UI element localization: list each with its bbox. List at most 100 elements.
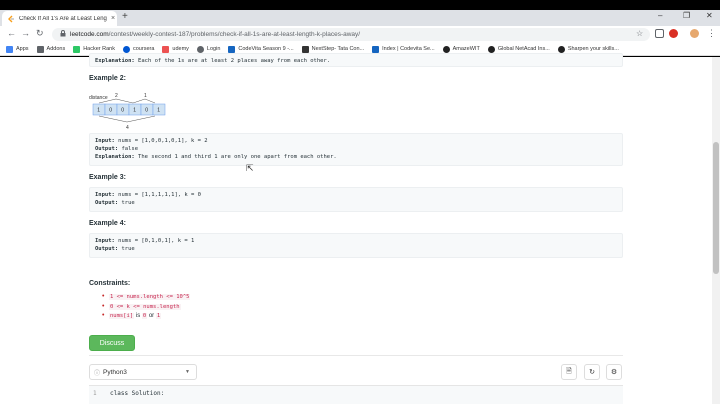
minimize-button[interactable]: –	[658, 11, 662, 20]
bookmark-login[interactable]: Login	[196, 45, 221, 53]
url-host: leetcode.com	[70, 31, 109, 38]
output-line: Output: true	[95, 245, 617, 253]
new-tab-button[interactable]: +	[122, 11, 128, 22]
bookmark-netacad[interactable]: Global NetAcad Ins...	[487, 45, 550, 53]
output-value: true	[118, 246, 135, 252]
example4-block: Input: nums = [0,1,0,1], k = 1 Output: t…	[89, 233, 623, 258]
apps-icon	[6, 45, 13, 53]
bookmark-amazewit[interactable]: AmazeWIT	[442, 45, 480, 53]
output-value: false	[118, 146, 139, 152]
input-line: Input: nums = [1,1,1,1,1], k = 0	[95, 191, 617, 199]
discuss-button[interactable]: Discuss	[89, 335, 135, 351]
gear-icon: ⚙	[610, 369, 618, 376]
settings-button[interactable]: ⚙	[606, 364, 622, 380]
example2-heading: Example 2:	[89, 75, 126, 82]
bookmark-label: Index | Codevita Se...	[382, 46, 435, 52]
distance-diagram: distance 2 1 1 0 0 1 0 1 4	[89, 93, 166, 131]
divider	[89, 355, 623, 356]
bookmark-addons[interactable]: Addons	[36, 45, 66, 53]
bookmark-label: Apps	[16, 46, 29, 52]
example3-block: Input: nums = [1,1,1,1,1], k = 0 Output:…	[89, 187, 623, 212]
explanation-value: The second 1 and third 1 are only one ap…	[134, 154, 337, 160]
input-label: Input:	[95, 192, 115, 198]
bookmark-label: Login	[206, 46, 221, 52]
diagram-bottom-distance: 4	[126, 125, 129, 131]
input-label: Input:	[95, 238, 115, 244]
reset-button[interactable]: ↻	[584, 364, 600, 380]
codevita-icon	[372, 45, 380, 53]
bookmark-label: Sharpen your skills...	[567, 46, 619, 52]
example4-heading: Example 4:	[89, 220, 126, 227]
globe-icon	[196, 45, 204, 53]
bookmark-hackerrank[interactable]: Hacker Rank	[73, 45, 115, 53]
code-editor[interactable]	[89, 385, 623, 404]
bookmark-label: CodeVita Season 9 -...	[238, 46, 294, 52]
amazewit-icon	[442, 45, 450, 53]
menu-icon[interactable]: ⋮	[707, 28, 716, 39]
input-label: Input:	[95, 138, 115, 144]
constraint-code: nums[i]	[109, 313, 135, 319]
nextstep-icon	[301, 45, 309, 53]
tab-title: Check If All 1's Are at Least Leng	[19, 15, 107, 22]
explanation-line: Explanation: The second 1 and third 1 ar…	[95, 153, 617, 161]
profile-avatar[interactable]	[690, 29, 699, 38]
constraint-item: nums[i] is 0 or 1	[102, 312, 162, 319]
explanation-label: Explanation:	[95, 154, 135, 160]
coursera-icon	[123, 45, 130, 53]
constraint-code: 1 <= nums.length <= 10^5	[109, 294, 191, 300]
bookmark-label: AmazeWIT	[452, 46, 480, 52]
bookmark-sharpen[interactable]: Sharpen your skills...	[557, 45, 619, 53]
diagram-cell-value: 1	[133, 108, 136, 114]
hackerrank-icon	[73, 45, 81, 53]
refresh-icon: ↻	[589, 369, 595, 376]
input-value: nums = [1,0,0,1,0,1], k = 2	[114, 138, 208, 144]
output-label: Output:	[95, 200, 119, 206]
codevita-icon	[228, 45, 236, 53]
lock-icon	[60, 30, 66, 39]
diagram-label: distance	[89, 95, 108, 101]
constraint-code: 0 <= k <= nums.length	[109, 304, 181, 310]
bookmark-label: Global NetAcad Ins...	[497, 46, 550, 52]
url-path: /contest/weekly-contest-187/problems/che…	[108, 31, 361, 38]
back-button[interactable]: ←	[7, 28, 16, 38]
close-window-button[interactable]: ✕	[706, 11, 713, 20]
explanation-label: Explanation:	[95, 58, 135, 64]
extension-icon[interactable]	[655, 29, 664, 38]
bookmark-udemy[interactable]: udemy	[162, 45, 189, 53]
bookmark-label: NextStep- Tata Con...	[311, 46, 365, 52]
notes-button[interactable]: 🗎	[561, 364, 577, 380]
bookmark-codevita-index[interactable]: Index | Codevita Se...	[372, 45, 435, 53]
bookmark-codevita[interactable]: CodeVita Season 9 -...	[228, 45, 294, 53]
code-line[interactable]: class Solution:	[110, 390, 164, 397]
mouse-cursor-icon: ⇱	[246, 163, 254, 173]
extension-abp-icon[interactable]	[669, 29, 678, 38]
bookmark-nextstep[interactable]: NextStep- Tata Con...	[301, 45, 365, 53]
constraint-code: 1	[155, 313, 162, 319]
diagram-cell-value: 1	[157, 108, 160, 114]
explanation-text: Each of the 1s are at least 2 places awa…	[134, 58, 331, 64]
forward-button[interactable]: →	[21, 28, 30, 38]
example3-heading: Example 3:	[89, 174, 126, 181]
constraint-text: is	[134, 313, 142, 319]
bookmark-label: Addons	[46, 46, 66, 52]
input-line: Input: nums = [0,1,0,1], k = 1	[95, 237, 617, 245]
bookmark-star-icon[interactable]: ☆	[636, 29, 643, 38]
scrollbar-thumb[interactable]	[713, 142, 719, 274]
line-number: 1	[93, 390, 97, 397]
tab-active[interactable]: Check If All 1's Are at Least Leng ×	[2, 11, 117, 26]
constraint-item: 0 <= k <= nums.length	[102, 303, 181, 310]
address-bar[interactable]: leetcode.com/contest/weekly-contest-187/…	[52, 28, 650, 41]
reload-button[interactable]: ↻	[36, 28, 44, 39]
udemy-icon	[162, 45, 170, 53]
constraints-heading: Constraints:	[89, 280, 131, 287]
output-label: Output:	[95, 246, 119, 252]
language-select[interactable]: ⓘ Python3 ▼	[89, 364, 197, 380]
tab-close-icon[interactable]: ×	[111, 15, 115, 22]
bookmark-coursera[interactable]: coursera	[123, 45, 155, 53]
bookmark-apps[interactable]: Apps	[6, 45, 29, 53]
maximize-button[interactable]: ❐	[683, 11, 690, 20]
diagram-top-left-distance: 2	[115, 93, 118, 99]
diagram-cell-value: 1	[97, 108, 100, 114]
bookmark-label: coursera	[133, 46, 155, 52]
leetcode-favicon-icon	[7, 15, 15, 23]
